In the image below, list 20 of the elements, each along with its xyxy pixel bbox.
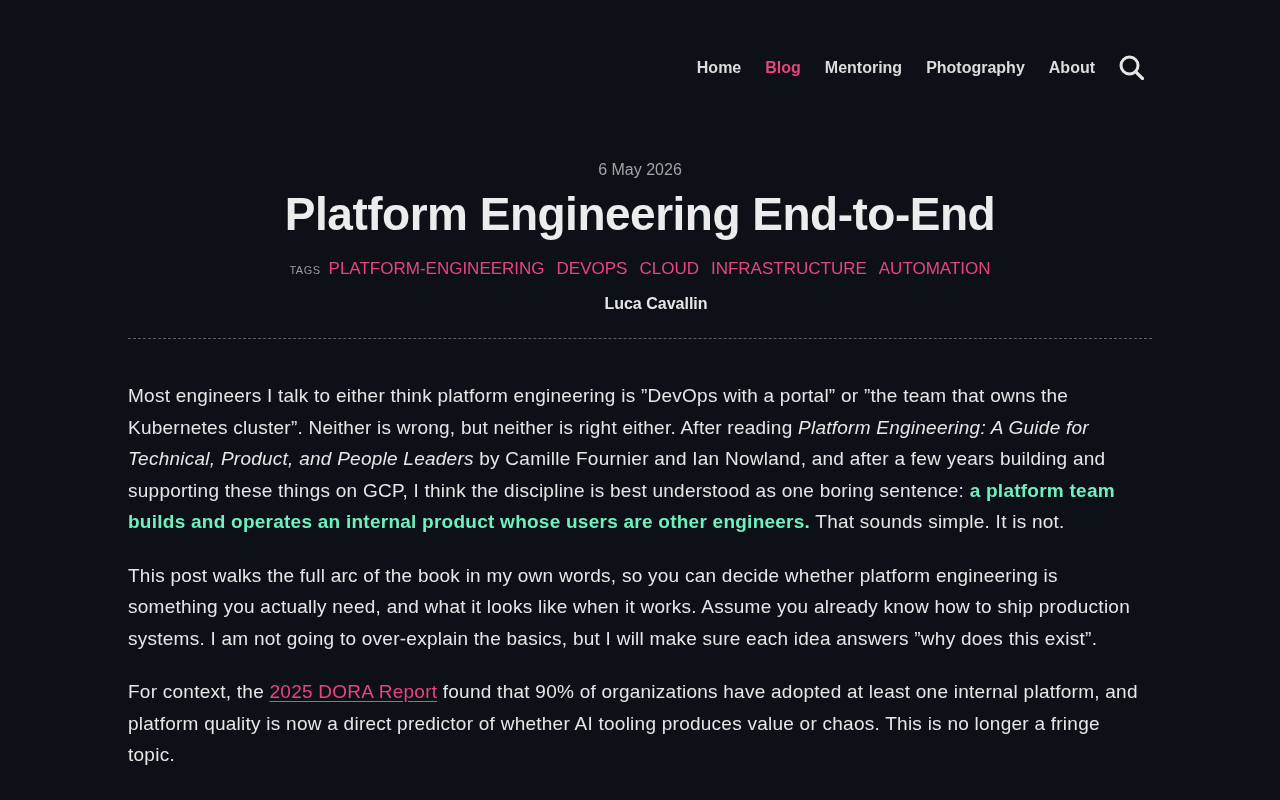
tag-link[interactable]: DEVOPS bbox=[556, 256, 628, 282]
author-name: Luca Cavallin bbox=[604, 294, 708, 314]
search-button[interactable] bbox=[1119, 55, 1144, 80]
paragraph: For context, the 2025 DORA Report found that 90% of organizations have adopted at least one internal platform, and platform quality is now a direct predictor of whether AI tooling produces value or chaos. This is no longer a fringe topic. bbox=[128, 680, 1139, 767]
report-link[interactable]: 2025 DORA Report bbox=[269, 681, 438, 702]
tag-link[interactable]: AUTOMATION bbox=[878, 256, 991, 282]
nav-link[interactable]: About bbox=[1048, 55, 1095, 80]
tag-link[interactable]: PLATFORM-ENGINEERING bbox=[328, 256, 545, 282]
nav-link[interactable]: Home bbox=[696, 55, 742, 80]
post-title: Platform Engineering End-to-End bbox=[284, 187, 996, 242]
paragraph: This post walks the full arc of the book in my own words, so you can decide whether platform engineering is something you actually need, and what it looks like when it works. Assume you already know how to ship production systems. I am not going to over-explain the basics, but I will make sure each idea answers ”why does this exist”. bbox=[128, 563, 1131, 651]
post-date: 6 May 2026 bbox=[598, 160, 682, 180]
search-icon bbox=[1119, 55, 1144, 80]
paragraph: Most engineers I talk to either think platform engineering is ”DevOps with a portal” or ”the team that owns the Kubernetes cluster”. Neither is wrong, but neither is right either. After reading Platform Engineering: A Guide for Technical, Product, and People Leaders by Camille Fournier and Ian Nowland, and after a few years building and supporting these things on GCP, I think the discipline is best understood as one boring sentence: a platform team builds and operates an internal product whose users are other engineers. That sounds simple. It is not. bbox=[128, 384, 1116, 534]
nav-link[interactable]: Blog bbox=[765, 55, 801, 80]
nav-link[interactable]: Photography bbox=[926, 55, 1025, 80]
tag-link[interactable]: CLOUD bbox=[639, 256, 699, 282]
tags-label: TAGS bbox=[289, 263, 321, 278]
tag-link[interactable]: INFRASTRUCTURE bbox=[710, 256, 867, 282]
nav-link[interactable]: Mentoring bbox=[824, 55, 903, 80]
